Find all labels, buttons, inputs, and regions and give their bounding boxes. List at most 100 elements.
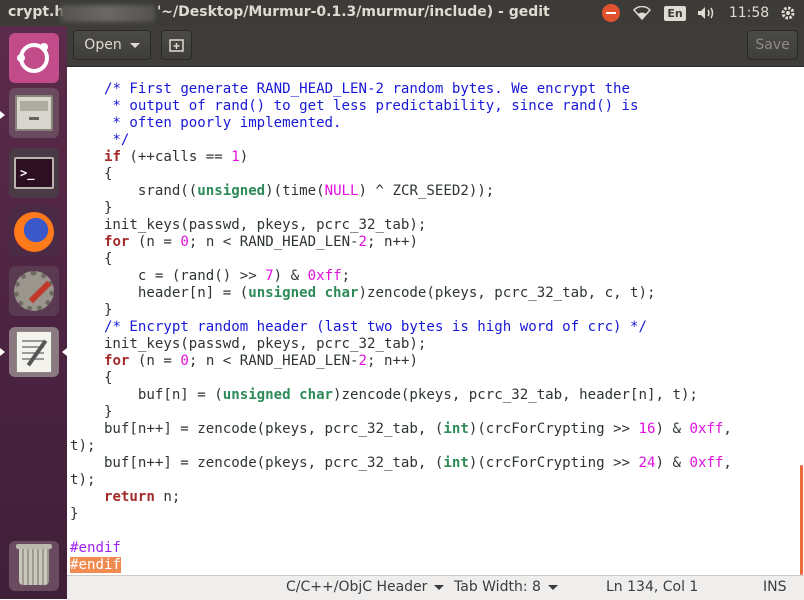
code-line[interactable]: t); <box>70 472 732 489</box>
tab-width-selector[interactable]: Tab Width: 8 <box>454 579 558 595</box>
code-token: 0xff <box>307 268 342 284</box>
code-token: t); <box>70 472 96 488</box>
code-line[interactable]: } <box>70 404 732 421</box>
code-token: for <box>103 353 130 369</box>
code-token: 7 <box>265 268 274 284</box>
code-token: if <box>103 149 121 165</box>
header-bar: Open Save <box>67 26 804 67</box>
save-button[interactable]: Save <box>747 30 798 60</box>
code-line[interactable]: buf[n++] = zencode(pkeys, pcrc_32_tab, (… <box>70 421 732 438</box>
text-editor-icon[interactable] <box>9 327 59 377</box>
code-line[interactable]: init_keys(passwd, pkeys, pcrc_32_tab); <box>70 336 732 353</box>
code-token: ; n < RAND_HEAD_LEN- <box>188 234 359 250</box>
code-line[interactable]: init_keys(passwd, pkeys, pcrc_32_tab); <box>70 217 732 234</box>
code-token: buf[n++] = zencode(pkeys, pcrc_32_tab, ( <box>70 455 444 471</box>
code-token: ) ^ ZCR_SEED2)); <box>358 183 495 199</box>
code-token: ; n++) <box>367 353 418 369</box>
code-line[interactable]: ​ <box>70 523 732 540</box>
code-token: NULL <box>324 183 359 199</box>
code-line[interactable]: /* First generate RAND_HEAD_LEN-2 random… <box>70 81 732 98</box>
code-line[interactable]: for (n = 0; n < RAND_HEAD_LEN-2; n++) <box>70 234 732 251</box>
terminal-icon[interactable]: >_ <box>9 148 59 198</box>
code-token: buf[n++] = zencode(pkeys, pcrc_32_tab, ( <box>70 421 444 437</box>
files-icon[interactable] <box>9 88 59 138</box>
running-indicator <box>0 348 5 356</box>
code-token: ) & <box>273 268 308 284</box>
code-line[interactable]: for (n = 0; n < RAND_HEAD_LEN-2; n++) <box>70 353 732 370</box>
code-token: /* First generate RAND_HEAD_LEN-2 random… <box>103 81 631 97</box>
code-line[interactable]: buf[n++] = zencode(pkeys, pcrc_32_tab, (… <box>70 455 732 472</box>
code-line[interactable]: } <box>70 506 732 523</box>
cursor-position[interactable]: Ln 134, Col 1 <box>606 579 698 595</box>
language-label: C/C++/ObjC Header <box>286 579 428 595</box>
code-token: 0 <box>180 353 189 369</box>
code-token: /* Encrypt random header (last two bytes… <box>103 319 648 335</box>
code-line[interactable]: } <box>70 200 732 217</box>
trash-icon[interactable] <box>9 541 59 591</box>
code-token: int <box>443 421 469 437</box>
code-token: ) & <box>655 421 690 437</box>
system-settings-icon[interactable] <box>9 266 59 316</box>
code-token: )zencode(pkeys, pcrc_32_tab, header[n], … <box>333 387 698 403</box>
code-line[interactable]: /* Encrypt random header (last two bytes… <box>70 319 732 336</box>
open-button[interactable]: Open <box>73 30 151 60</box>
clock[interactable]: 11:58 <box>728 3 770 23</box>
code-line[interactable]: * often poorly implemented. <box>70 115 732 132</box>
code-token: ; n++) <box>367 234 418 250</box>
code-token: ; n < RAND_HEAD_LEN- <box>188 353 359 369</box>
redacted-region <box>60 5 155 22</box>
code-line[interactable]: #endif <box>70 540 732 557</box>
code-token: 1 <box>231 149 240 165</box>
code-line[interactable]: buf[n] = (unsigned char)zencode(pkeys, p… <box>70 387 732 404</box>
code-line[interactable]: t); <box>70 438 732 455</box>
code-line[interactable]: c = (rand() >> 7) & 0xff; <box>70 268 732 285</box>
chevron-down-icon <box>129 42 140 48</box>
code-line[interactable]: { <box>70 251 732 268</box>
code-token: 0 <box>180 234 189 250</box>
code-token: (n = <box>129 353 181 369</box>
code-line[interactable]: { <box>70 370 732 387</box>
scrollbar[interactable] <box>800 465 803 575</box>
code-token: , <box>723 455 732 471</box>
code-line[interactable]: #endif <box>70 557 732 574</box>
code-token: } <box>70 506 79 522</box>
cursor-position-label: Ln 134, Col 1 <box>606 579 699 595</box>
wifi-icon[interactable] <box>631 3 653 23</box>
code-token: * often poorly implemented. <box>70 115 342 131</box>
code-token: #endif <box>70 540 121 556</box>
insert-mode[interactable]: INS <box>763 579 787 595</box>
keyboard-language-indicator[interactable]: En <box>664 3 686 23</box>
chevron-down-icon <box>547 584 558 590</box>
code-token: { <box>70 166 113 182</box>
code-line[interactable]: header[n] = (unsigned char)zencode(pkeys… <box>70 285 732 302</box>
code-token: unsigned char <box>222 387 334 403</box>
firefox-icon[interactable] <box>9 207 59 257</box>
text-editor-area[interactable]: /* First generate RAND_HEAD_LEN-2 random… <box>67 67 804 575</box>
code-token: 0xff <box>689 421 724 437</box>
window-title-path: '~/Desktop/Murmur-0.1.3/murmur/include) … <box>157 4 550 20</box>
code-line[interactable]: return n; <box>70 489 732 506</box>
code-line[interactable]: } <box>70 302 732 319</box>
code-token: ) <box>239 149 249 165</box>
running-indicator <box>0 111 5 119</box>
code-line[interactable]: { <box>70 166 732 183</box>
code-token: 16 <box>638 421 656 437</box>
close-window-icon[interactable] <box>601 3 621 23</box>
code-line[interactable]: * output of rand() to get less predictab… <box>70 98 732 115</box>
code-line[interactable]: srand((unsigned)(time(NULL) ^ ZCR_SEED2)… <box>70 183 732 200</box>
gear-icon[interactable] <box>778 3 798 23</box>
code-token: n; <box>154 489 181 505</box>
code-token: (++calls == <box>120 149 232 165</box>
code-token: } <box>70 200 113 216</box>
code-line[interactable]: if (++calls == 1) <box>70 149 732 166</box>
code-view[interactable]: /* First generate RAND_HEAD_LEN-2 random… <box>70 81 732 574</box>
ubuntu-dash-icon[interactable] <box>9 33 59 83</box>
code-line[interactable]: */ <box>70 132 732 149</box>
insert-mode-label: INS <box>763 579 787 595</box>
new-tab-button[interactable] <box>161 30 192 60</box>
volume-icon[interactable] <box>695 3 719 23</box>
language-selector[interactable]: C/C++/ObjC Header <box>286 579 445 595</box>
